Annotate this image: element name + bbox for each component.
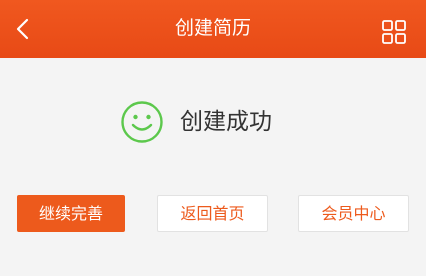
menu-grid-button[interactable] <box>381 19 407 45</box>
grid-icon <box>382 20 406 44</box>
page-title: 创建简历 <box>174 17 251 39</box>
smile-icon <box>121 101 163 143</box>
header-bar: 创建简历 <box>0 0 426 58</box>
member-center-button[interactable]: 会员中心 <box>298 195 409 232</box>
back-home-button[interactable]: 返回首页 <box>157 195 268 232</box>
success-text: 创建成功 <box>180 109 272 135</box>
continue-edit-button[interactable]: 继续完善 <box>17 195 125 232</box>
success-message: 创建成功 <box>0 100 426 144</box>
